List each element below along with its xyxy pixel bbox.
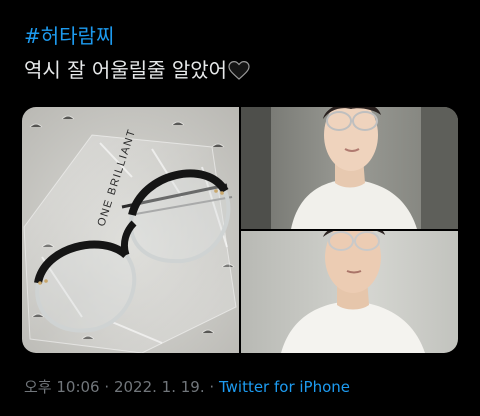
glasses-image: ONE BRILLIANT [22, 107, 239, 353]
selfie-image-top [241, 107, 458, 229]
tweet-time[interactable]: 오후 10:06 [24, 378, 100, 396]
tweet-text: 역시 잘 어울릴줄 알았어 [24, 56, 250, 84]
tweet-body-text: 역시 잘 어울릴줄 알았어 [24, 58, 228, 82]
tweet-date[interactable]: 2022. 1. 19. [114, 378, 205, 396]
meta-separator: · [104, 378, 110, 396]
tweet-source-link[interactable]: Twitter for iPhone [219, 378, 350, 396]
selfie-image-bottom [241, 231, 458, 353]
hashtag-link[interactable]: #허타람찌 [24, 22, 114, 50]
glasses-in-bag-photo[interactable]: ONE BRILLIANT [22, 107, 239, 353]
selfie-photo-bottom[interactable] [241, 231, 458, 353]
tweet-meta: 오후 10:06 · 2022. 1. 19. · Twitter for iP… [24, 377, 350, 397]
media-grid: ONE BRILLIANT [22, 107, 458, 353]
selfie-photo-top[interactable] [241, 107, 458, 229]
meta-separator: · [209, 378, 215, 396]
black-heart-icon [228, 61, 250, 80]
